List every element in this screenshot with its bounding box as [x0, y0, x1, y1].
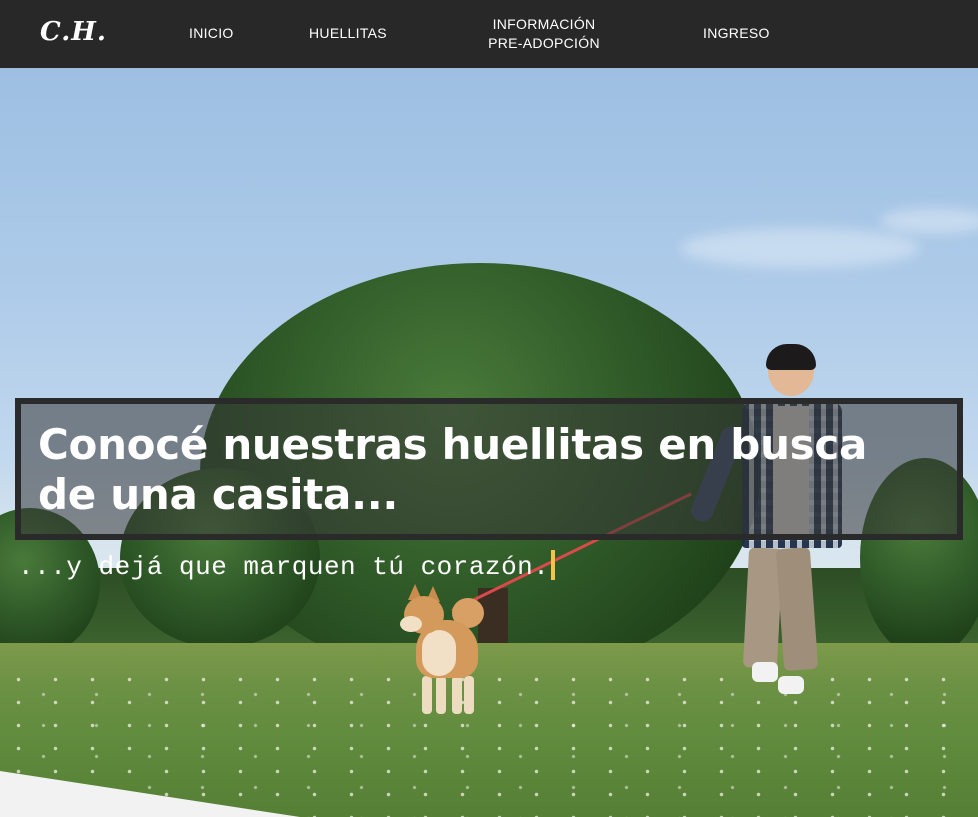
hero-section: Conocé nuestras huellitas en busca de un… [0, 68, 978, 817]
nav-link-huellitas[interactable]: HUELLITAS [309, 24, 387, 43]
hero-subline-text: ...y dejá que marquen tú corazón. [18, 552, 550, 582]
shiba-dog [400, 584, 496, 719]
nav-link-info-line1: INFORMACIÓN [492, 16, 596, 32]
headline-box: Conocé nuestras huellitas en busca de un… [15, 398, 963, 540]
nav-link-ingreso[interactable]: INGRESO [703, 24, 770, 43]
cloud [680, 228, 920, 268]
typing-cursor [551, 550, 556, 580]
nav-link-info-line2: PRE-ADOPCIÓN [488, 35, 600, 51]
top-navbar: C.H. INICIO HUELLITAS INFORMACIÓN PRE-AD… [0, 0, 978, 68]
site-logo[interactable]: C.H. [40, 17, 107, 47]
hero-subline: ...y dejá que marquen tú corazón. [18, 550, 556, 582]
hero-headline: Conocé nuestras huellitas en busca de un… [38, 420, 868, 519]
nav-link-informacion-pre-adopcion[interactable]: INFORMACIÓN PRE-ADOPCIÓN [470, 15, 618, 53]
nav-link-inicio[interactable]: INICIO [189, 24, 234, 43]
